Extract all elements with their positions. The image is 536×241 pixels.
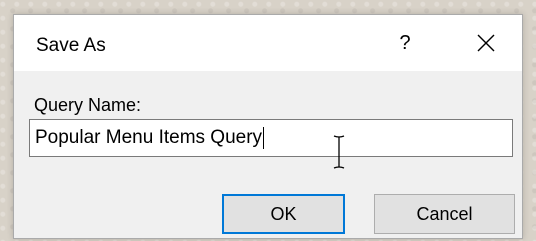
- text-caret: [263, 127, 265, 149]
- query-name-value: Popular Menu Items Query: [35, 127, 263, 148]
- title-bar: Save As ?: [14, 15, 522, 71]
- query-name-input[interactable]: Popular Menu Items Query: [29, 119, 513, 157]
- close-button[interactable]: [458, 23, 514, 63]
- query-name-label: Query Name:: [34, 95, 142, 115]
- dialog-title: Save As: [36, 35, 106, 56]
- ok-button[interactable]: OK: [222, 194, 345, 234]
- help-button[interactable]: ?: [382, 23, 428, 63]
- close-icon: [477, 34, 495, 52]
- save-as-dialog: Save As ? Query Name: Popular Menu Items…: [13, 14, 523, 239]
- ibeam-cursor-icon: [333, 135, 345, 169]
- cancel-button[interactable]: Cancel: [374, 194, 515, 234]
